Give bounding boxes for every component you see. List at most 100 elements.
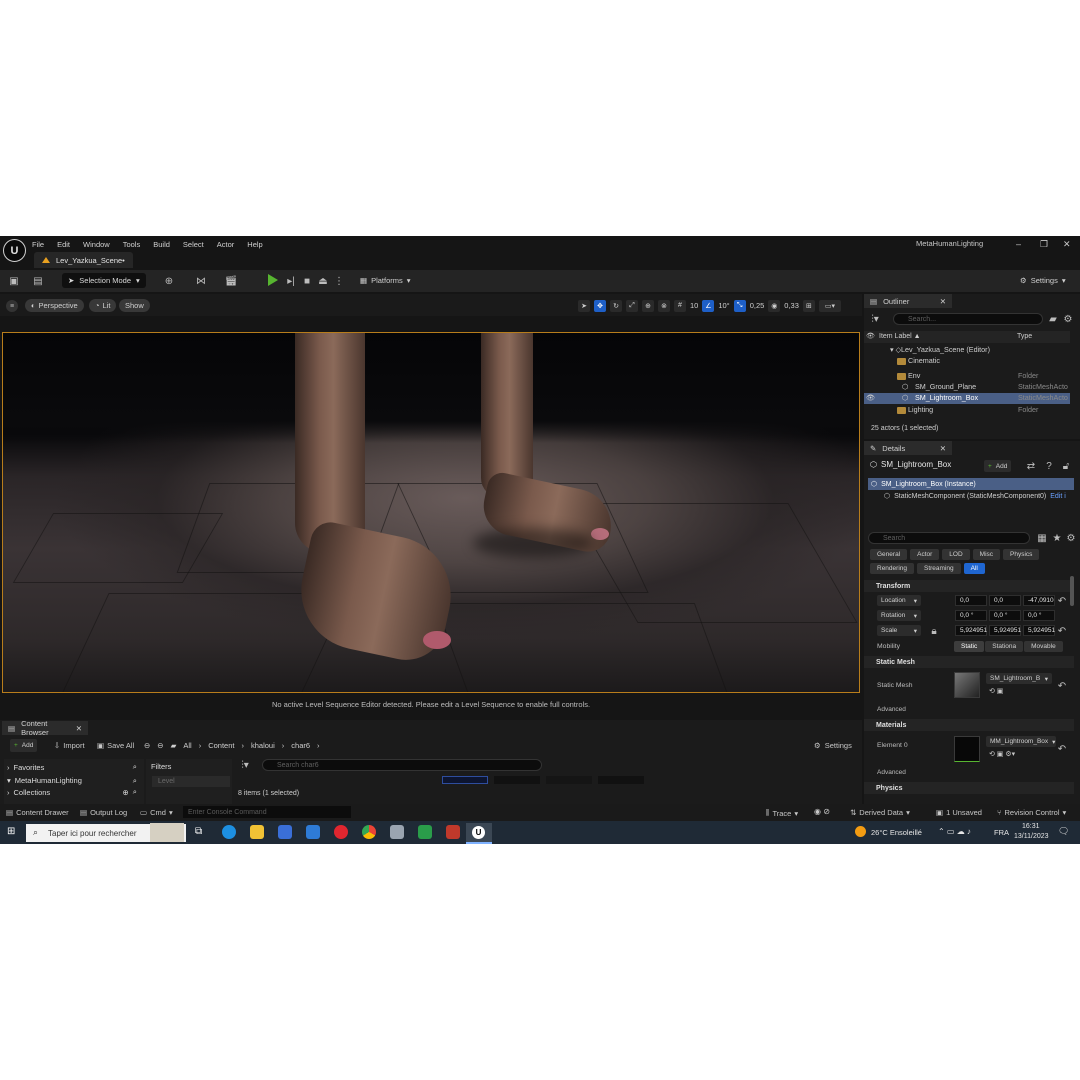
content-search-input[interactable]: Search char6 (262, 759, 542, 771)
search-icon[interactable]: ⌕ (133, 787, 137, 797)
weather-text[interactable]: 26°C Ensoleillé (871, 828, 922, 837)
scale-dropdown[interactable]: Scale ▾ (877, 625, 921, 636)
static-mesh-advanced[interactable]: Advanced (877, 706, 906, 713)
transform-section[interactable]: Transform (864, 580, 1074, 592)
reset-icon[interactable]: ↶ (1055, 742, 1069, 756)
selection-mode-dropdown[interactable]: ➤ Selection Mode ▾ (62, 273, 146, 288)
menu-edit[interactable]: Edit (57, 240, 70, 249)
filter-lod[interactable]: LOD (942, 549, 970, 560)
search-icon[interactable]: ⌕ (133, 762, 137, 772)
console-input[interactable]: Enter Console Command (183, 806, 351, 818)
location-y-field[interactable]: 0,0 (989, 595, 1021, 606)
instance-row[interactable]: ⬡ SM_Lightroom_Box (Instance) (868, 478, 1074, 490)
scale-y-field[interactable]: 5,924951 (989, 625, 1021, 636)
lock-icon[interactable]: 🔒︎ (927, 624, 941, 638)
mobility-movable[interactable]: Movable (1024, 641, 1063, 652)
item-label-header[interactable]: Item Label ▲ (879, 333, 921, 340)
scale-x-field[interactable]: 5,924951 (955, 625, 987, 636)
add-folder-icon[interactable]: ▰ (1046, 312, 1060, 326)
platforms-dropdown[interactable]: ▦ Platforms ▾ (360, 273, 411, 288)
level-tab[interactable]: Lev_Yazkua_Scene• (34, 252, 133, 268)
filter-misc[interactable]: Misc (972, 549, 1001, 560)
search-icon[interactable]: ⌕ (133, 776, 137, 785)
location-dropdown[interactable]: Location ▾ (877, 595, 921, 606)
type-header[interactable]: Type (1017, 333, 1032, 340)
grid-snap-icon[interactable]: # (674, 299, 686, 312)
help-icon[interactable]: ? (1042, 459, 1056, 473)
windows-start-icon[interactable]: ⊞ (7, 826, 15, 837)
reset-icon[interactable]: ↶ (1055, 679, 1069, 693)
clock-time[interactable]: 16:31 (1022, 823, 1040, 830)
static-mesh-section[interactable]: Static Mesh (864, 656, 1074, 668)
outliner-row[interactable]: Lighting Folder (864, 405, 1070, 416)
lock-icon[interactable]: 🔓︎ (1059, 459, 1073, 473)
close-icon[interactable]: ✕ (1063, 239, 1071, 250)
content-settings-button[interactable]: ⚙ Settings (814, 741, 852, 750)
material-thumbnail[interactable] (954, 736, 980, 762)
mobility-stationary[interactable]: Stationa (985, 641, 1024, 652)
viewport-layout-icon[interactable]: ▭▾ (818, 299, 841, 312)
outliner-search-input[interactable]: Search... (893, 313, 1043, 325)
record-icon[interactable]: ◉ ⊘ (814, 807, 830, 816)
filter-all[interactable]: All (963, 563, 985, 574)
cmd-dropdown[interactable]: ▭ Cmd ▾ (140, 808, 173, 817)
reset-icon[interactable]: ↶ (1055, 624, 1069, 638)
outliner-row-selected[interactable]: 👁︎ ⬡ SM_Lightroom_Box StaticMeshActo (864, 393, 1070, 404)
rotation-snap-value[interactable]: 10° (718, 301, 729, 310)
breadcrumb-all[interactable]: All (183, 741, 191, 750)
layout-icon[interactable]: ⊞ (802, 299, 815, 312)
gear-icon[interactable]: ⚙ (1064, 531, 1078, 545)
rotation-snap-icon[interactable]: ∠ (702, 299, 715, 312)
scale-snap-icon[interactable]: ⤡ (733, 299, 746, 312)
menu-select[interactable]: Select (183, 240, 204, 249)
physics-section[interactable]: Physics (864, 782, 1074, 794)
blueprint-icon[interactable]: ⇄ (1024, 459, 1038, 473)
material-dropdown[interactable]: MM_Lightroom_Box ▾ (986, 736, 1056, 747)
static-mesh-thumbnail[interactable] (954, 672, 980, 698)
content-drawer-button[interactable]: ▤ Content Drawer (6, 808, 69, 817)
mobility-static[interactable]: Static (954, 641, 985, 652)
favorites-row[interactable]: › Favorites ⌕ (7, 762, 137, 772)
filter-level[interactable]: Level (152, 776, 230, 787)
outliner-tab[interactable]: ▤ Outliner ✕ (864, 294, 952, 308)
outliner-row[interactable]: Cinematic (864, 356, 1070, 367)
materials-advanced[interactable]: Advanced (877, 769, 906, 776)
derived-data-button[interactable]: ⇅ Derived Data ▾ (850, 808, 910, 817)
history-forward-icon[interactable]: ⊖ (157, 741, 163, 750)
tray-icons[interactable]: ⌃ ▭ ☁ ♪ (938, 827, 971, 836)
breadcrumb-content[interactable]: Content (208, 741, 234, 750)
more-options-icon[interactable]: ⋮ (332, 274, 346, 288)
save-icon[interactable]: ▣ (7, 274, 21, 288)
details-tab[interactable]: ✎ Details ✕ (864, 441, 952, 455)
cinematics-icon[interactable]: 🎬︎ (224, 274, 238, 288)
import-button[interactable]: ⇩ Import (54, 741, 85, 750)
location-z-field[interactable]: -47,0910 (1023, 595, 1055, 606)
browse-asset-icon[interactable]: ⟲ ▣ ⚙▾ (989, 750, 1015, 758)
stop-icon[interactable]: ■ (300, 274, 314, 288)
menu-actor[interactable]: Actor (217, 240, 235, 249)
scale-tool-icon[interactable]: ⤢ (626, 299, 638, 312)
breadcrumb-khaloui[interactable]: khaloui (251, 741, 275, 750)
scale-z-field[interactable]: 5,924951 (1023, 625, 1055, 636)
blueprint-icon[interactable]: ⋈ (194, 274, 208, 288)
details-search-input[interactable]: Search (868, 532, 1030, 544)
chrome-icon[interactable] (362, 825, 376, 839)
eject-icon[interactable]: ⏏ (316, 274, 330, 288)
asset-thumbnail[interactable] (442, 776, 488, 784)
notifications-icon[interactable]: 🗨︎ (1058, 826, 1069, 837)
settings-dropdown[interactable]: ⚙ Settings ▾ (1020, 273, 1066, 288)
outliner-row[interactable]: ▾ ◇ Lev_Yazkua_Scene (Editor) (864, 345, 1070, 356)
filter-rendering[interactable]: Rendering (870, 563, 914, 574)
close-icon[interactable]: ✕ (76, 724, 82, 733)
filter-actor[interactable]: Actor (910, 549, 940, 560)
gear-icon[interactable]: ⚙ (1061, 312, 1075, 326)
edit-link[interactable]: Edit i (1050, 493, 1066, 500)
show-button[interactable]: Show (119, 299, 150, 312)
content-add-button[interactable]: + Add (10, 739, 38, 752)
task-view-icon[interactable]: ⧉ (195, 826, 202, 837)
rotation-y-field[interactable]: 0,0 ° (989, 610, 1021, 621)
outliner-row[interactable]: Env Folder (864, 371, 1070, 382)
asset-thumbnail[interactable] (494, 776, 540, 784)
menu-help[interactable]: Help (247, 240, 262, 249)
browse-asset-icon[interactable]: ⟲ ▣ (989, 687, 1003, 695)
